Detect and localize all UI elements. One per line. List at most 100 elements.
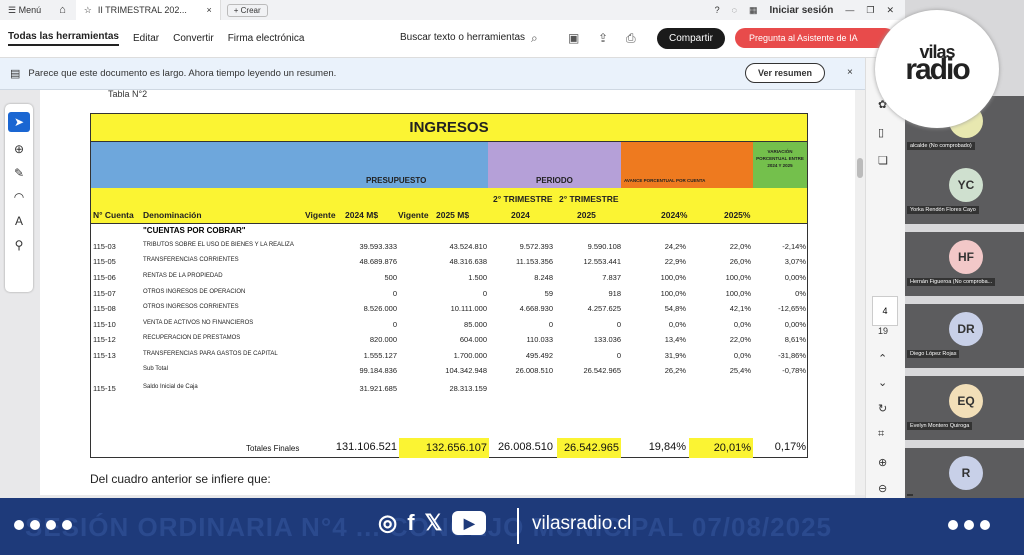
participant-tile[interactable]: YC Yorka Rendón Flores Cayo <box>905 160 1024 224</box>
logo-text-line2: radio <box>905 52 970 86</box>
cell-cta: 115-05 <box>93 257 116 266</box>
maximize-icon[interactable]: ❐ <box>866 5 874 16</box>
cell-p25: 0 <box>616 351 621 360</box>
ask-ai-button[interactable]: Pregunta al Asistente de IA <box>735 28 895 48</box>
cell-p24: 0 <box>548 320 553 329</box>
document-tab[interactable]: ☆ II TRIMESTRAL 202... × <box>75 0 221 20</box>
share-button[interactable]: Compartir <box>657 28 725 49</box>
tab-edit[interactable]: Editar <box>133 33 159 44</box>
cell-den: OTROS INGRESOS DE OPERACION <box>143 289 246 295</box>
apps-icon[interactable]: ▦ <box>749 5 758 16</box>
close-icon[interactable]: ✕ <box>886 5 894 16</box>
refresh-icon[interactable]: ↻ <box>878 402 887 415</box>
search-icon[interactable]: ⌕ <box>531 31 538 46</box>
cell-a25: 22,0% <box>729 242 751 251</box>
column-header-row: N° Cuenta Denominación Vigente 2024 M$ V… <box>91 188 807 224</box>
banner-text: Parece que este documento es largo. Ahor… <box>28 68 337 79</box>
vilas-radio-logo: vilas radio <box>875 10 999 128</box>
sign-in-button[interactable]: Iniciar sesión <box>769 5 833 16</box>
stamp-icon[interactable]: ⚲ <box>15 238 24 252</box>
lasso-icon[interactable]: ◠ <box>14 190 24 204</box>
cell-v25: 43.524.810 <box>449 242 487 251</box>
home-icon[interactable]: ⌂ <box>59 4 66 16</box>
cell-v25: 28.313.159 <box>449 384 487 393</box>
dot <box>980 520 990 530</box>
cell-var: 3,07% <box>784 257 806 266</box>
right-tools-panel: ✿ ▯ ❏ 4 19 ⌃ ⌄ ↻ ⌗ ⊕ ⊖ <box>865 58 905 498</box>
table-row: 115-08 OTROS INGRESOS CORRIENTES 8.526.000… <box>91 302 807 317</box>
title-bar: ☰ Menú ⌂ ☆ II TRIMESTRAL 202... × + Crea… <box>0 0 1024 20</box>
help-icon[interactable]: ? <box>715 5 720 15</box>
table-row: 115-10 VENTA DE ACTIVOS NO FINANCIEROS 0 85… <box>91 318 807 333</box>
upload-icon[interactable]: ⇪ <box>598 31 608 45</box>
cell-a25: 22,0% <box>729 335 751 344</box>
cell-p25: 133.036 <box>593 335 621 344</box>
page-up-icon[interactable]: ⌃ <box>878 352 887 365</box>
dot <box>30 520 40 530</box>
select-cursor-icon[interactable]: ➤ <box>8 112 30 132</box>
totals-p24: 26.008.510 <box>497 441 553 453</box>
page-number-box[interactable]: 4 <box>872 296 898 326</box>
dot <box>964 520 974 530</box>
banner-close-icon[interactable]: × <box>847 67 853 78</box>
cell-a24: 54,8% <box>664 304 686 313</box>
tab-close-icon[interactable]: × <box>206 5 211 15</box>
search-tools-input[interactable]: Buscar texto o herramientas <box>400 32 525 43</box>
crop-icon[interactable]: ⌗ <box>878 428 884 441</box>
cell-a25: 0,0% <box>733 320 751 329</box>
cell-v24: 500 <box>384 273 397 282</box>
print-icon[interactable]: ⎙ <box>626 31 636 46</box>
tab-all-tools[interactable]: Todas las herramientas <box>8 31 119 46</box>
col-trim-2024-a: 2° TRIMESTRE <box>493 194 553 204</box>
bell-icon[interactable]: ◌ <box>732 5 737 15</box>
table-row: 115-12 RECUPERACION DE PRESTAMOS 820.000 60… <box>91 333 807 348</box>
pen-icon[interactable]: ✎ <box>14 166 24 180</box>
left-toolbar: ➤ ⊕ ✎ ◠ A ⚲ <box>5 104 33 292</box>
view-summary-button[interactable]: Ver resumen <box>745 63 826 83</box>
avance-label: AVANCE PORCENTUAL POR CUENTA <box>624 178 706 183</box>
website-url[interactable]: vilasradio.cl <box>532 513 631 535</box>
cell-den: VENTA DE ACTIVOS NO FINANCIEROS <box>143 320 254 326</box>
cell-a25: 100,0% <box>725 289 751 298</box>
col-2025m: 2025 M$ <box>436 210 470 220</box>
cell-a25: 25,4% <box>729 366 751 375</box>
minimize-icon[interactable]: — <box>845 5 854 15</box>
col-vigente-2025: Vigente <box>398 210 429 220</box>
page-down-icon[interactable]: ⌄ <box>878 376 887 389</box>
cell-p24: 110.033 <box>526 335 553 344</box>
tab-convert[interactable]: Convertir <box>173 33 214 44</box>
facebook-icon[interactable]: f <box>407 510 414 536</box>
participant-tile[interactable]: EQ Evelyn Montero Quiroga <box>905 376 1024 440</box>
totals-label: Totales Finales <box>246 444 300 453</box>
cell-den: RENTAS DE LA PROPIEDAD <box>143 273 223 279</box>
instagram-icon[interactable]: ◎ <box>378 510 397 536</box>
new-tab-button[interactable]: + Crear <box>226 3 268 17</box>
pages-icon[interactable]: ❏ <box>878 154 888 167</box>
cell-p25: 918 <box>608 289 621 298</box>
menu-button[interactable]: ☰ Menú <box>8 5 41 16</box>
vertical-scrollbar[interactable] <box>855 90 865 495</box>
zoom-out-icon[interactable]: ⊖ <box>878 482 887 495</box>
bookmark-icon[interactable]: ▯ <box>878 126 884 139</box>
text-box-icon[interactable]: A <box>15 214 23 228</box>
save-icon[interactable]: ▣ <box>568 31 579 45</box>
col-vigente-2024: Vigente <box>305 210 336 220</box>
participant-tile[interactable]: DR Diego López Rojas <box>905 304 1024 368</box>
table-row: 115-06 RENTAS DE LA PROPIEDAD 500 1.500 8.24… <box>91 271 807 286</box>
table-title: INGRESOS <box>91 114 807 142</box>
youtube-icon[interactable]: ▶ <box>452 511 487 535</box>
table-row: Sub Total 99.184.836 104.342.948 26.008.510… <box>91 364 807 379</box>
table-row: 115-13 TRANSFERENCIAS PARA GASTOS DE CAPI… <box>91 349 807 364</box>
cell-a24: 100,0% <box>660 273 686 282</box>
zoom-icon[interactable]: ⊕ <box>14 142 24 156</box>
cell-v25: 1.500 <box>468 273 487 282</box>
tab-esign[interactable]: Firma electrónica <box>228 33 305 44</box>
cell-den: RECUPERACION DE PRESTAMOS <box>143 335 241 341</box>
x-icon[interactable]: 𝕏 <box>425 510 443 536</box>
cell-p25: 4.257.625 <box>587 304 621 313</box>
cell-a24: 26,2% <box>664 366 686 375</box>
zoom-in-icon[interactable]: ⊕ <box>878 456 887 469</box>
cell-v25: 48.316.638 <box>449 257 487 266</box>
scrollbar-thumb[interactable] <box>857 158 863 178</box>
participant-tile[interactable]: HF Hernán Figueroa (No comproba... <box>905 232 1024 296</box>
